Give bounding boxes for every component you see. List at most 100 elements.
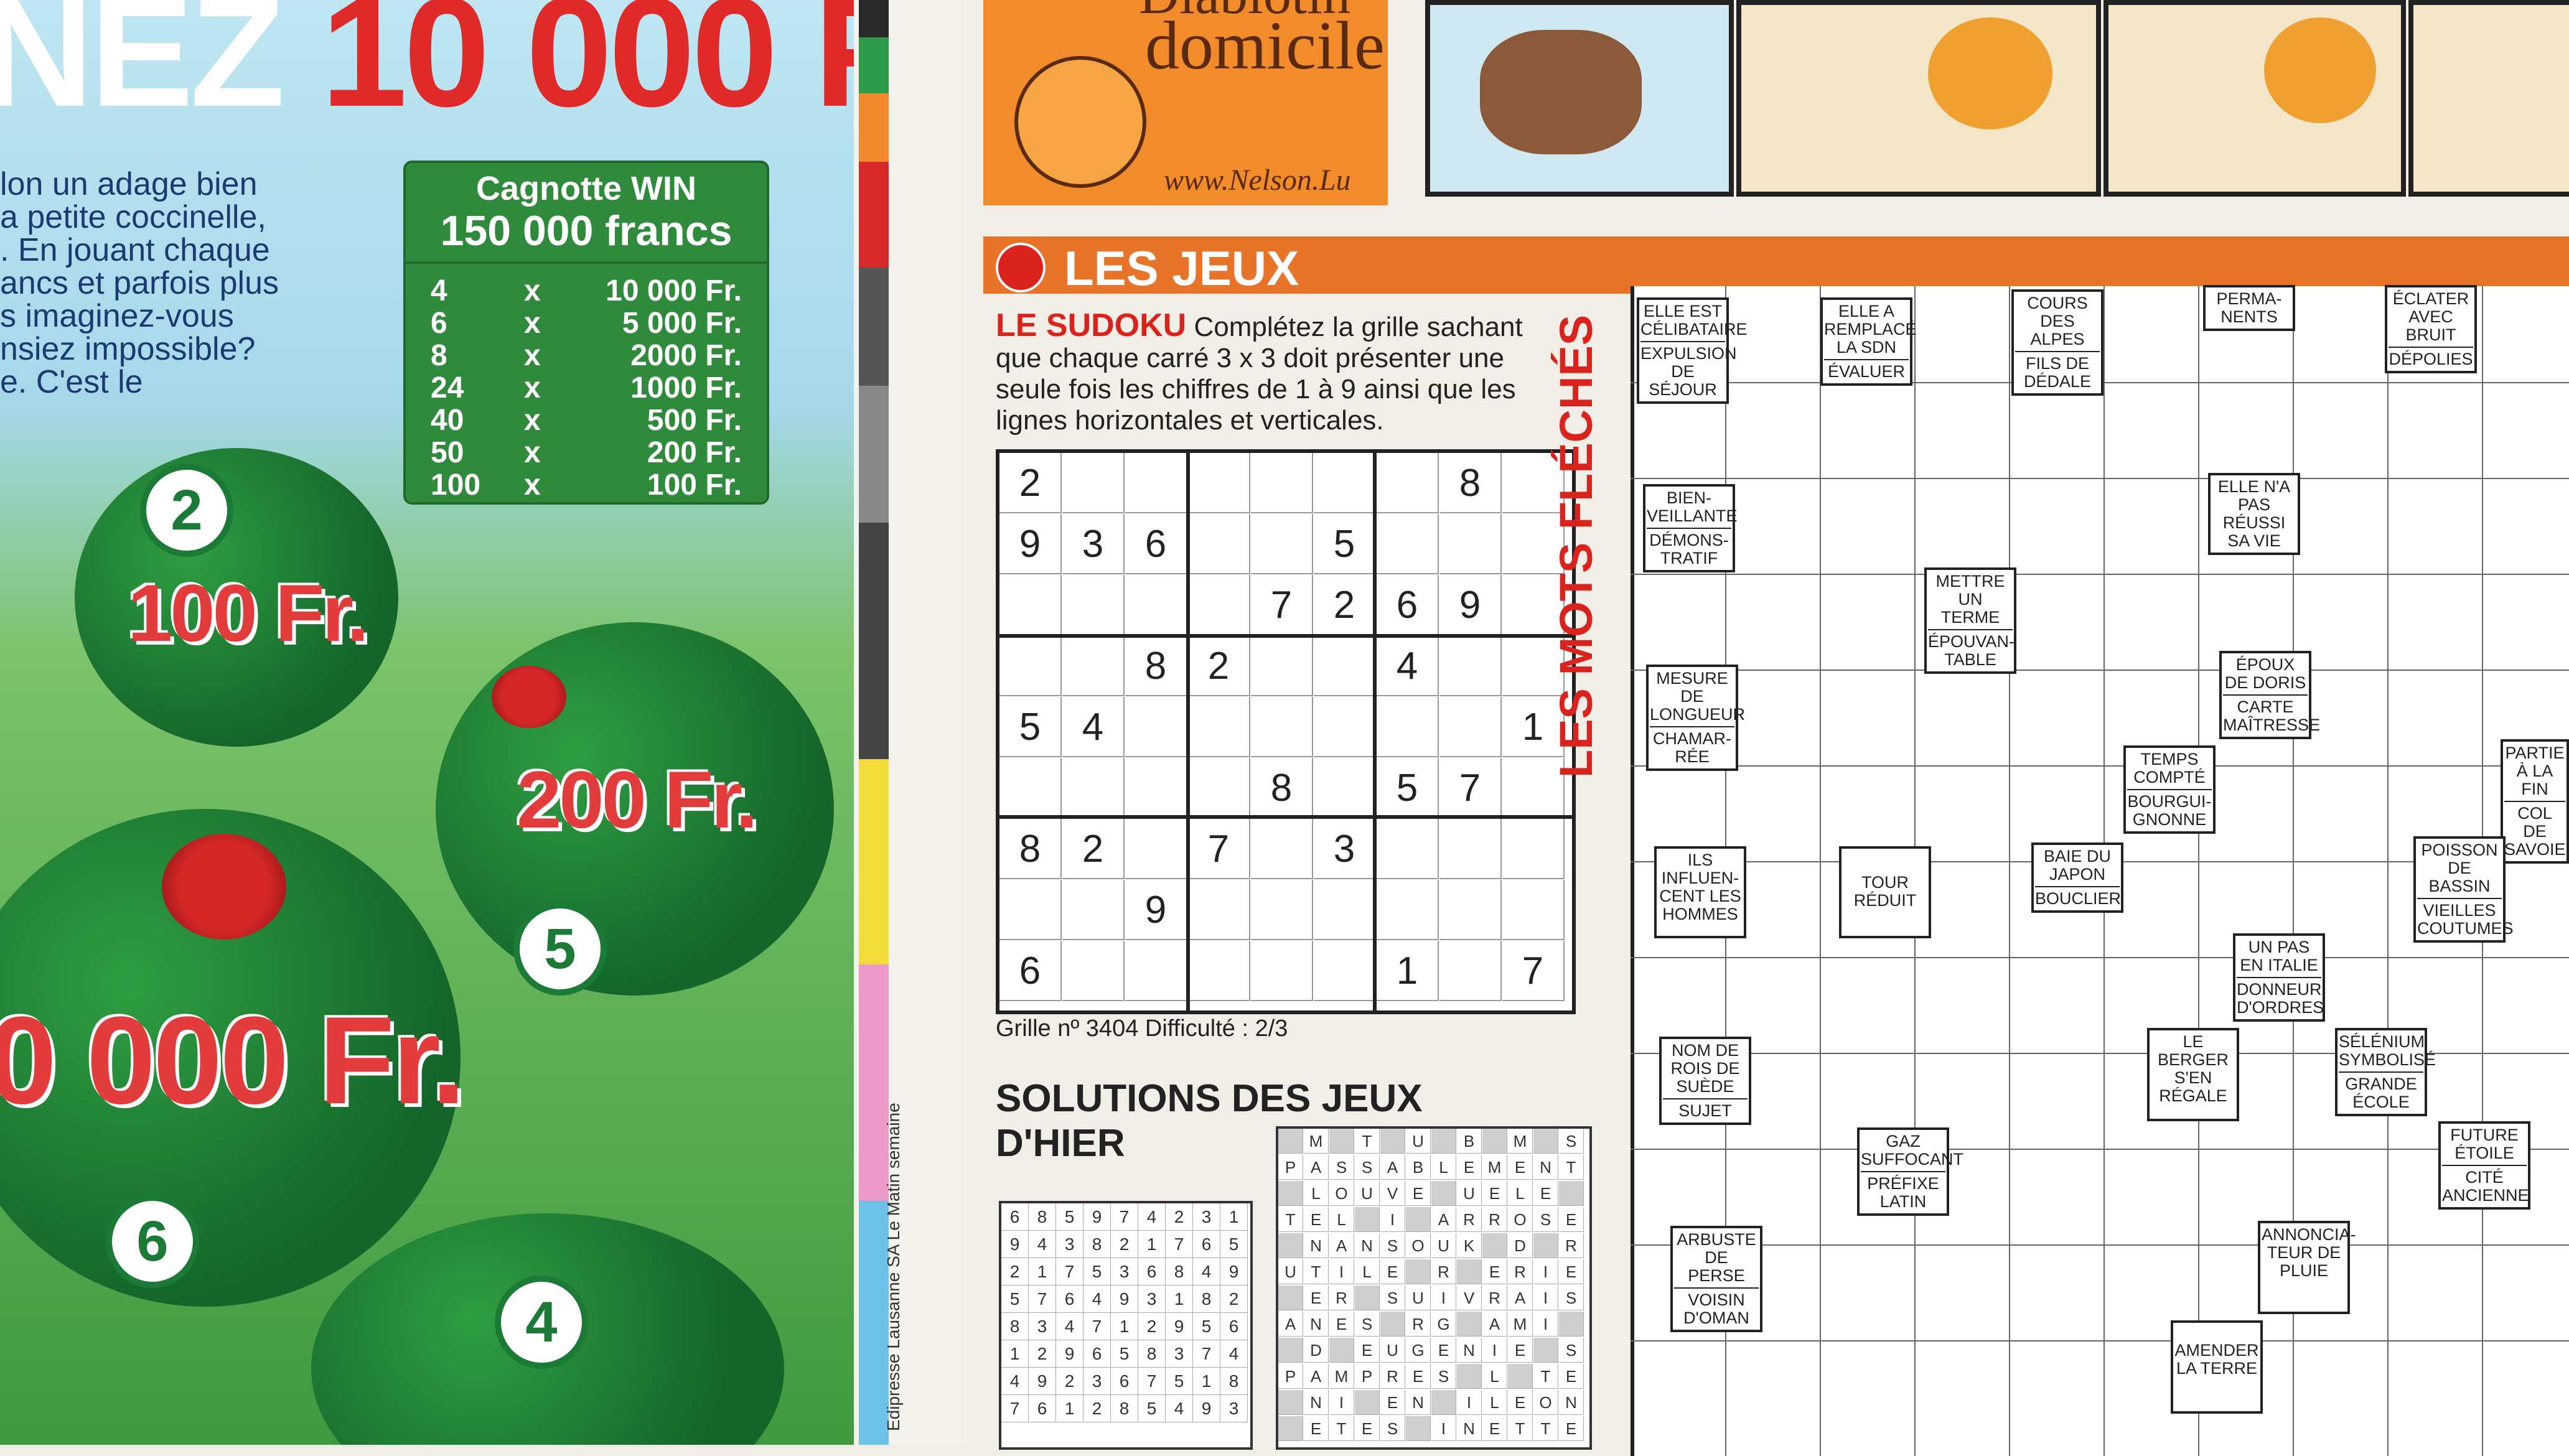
solution-letter — [1457, 1364, 1482, 1389]
clue-box: ARBUSTE DE PERSE VOISIN D'OMAN — [1670, 1226, 1762, 1332]
solution-letter — [1380, 1129, 1405, 1154]
grid-line — [1820, 286, 1821, 1456]
sudoku-grid: 289365726982454185782739617 — [996, 449, 1576, 1014]
sudoku-cell: 5 — [1314, 514, 1376, 574]
sudoku-cell — [1125, 758, 1187, 818]
solution-letter — [1406, 1207, 1431, 1232]
color-swatch — [859, 93, 889, 162]
jackpot-title: Cagnotte WIN — [476, 170, 696, 207]
clue-box: BIEN-VEILLANTE DÉMONS-TRATIF — [1643, 484, 1738, 572]
grid-line — [1631, 1340, 2569, 1342]
solution-letter: E — [1482, 1416, 1507, 1441]
prize-amount: 500 Fr. — [647, 404, 742, 437]
solution-letter: A — [1380, 1155, 1405, 1180]
sudoku-caption: Grille nº 3404 Difficulté : 2/3 — [996, 1015, 1288, 1042]
sudoku-cell — [999, 575, 1062, 635]
solution-cell: 8 — [1166, 1258, 1193, 1286]
clue-text: DONNEUR D'ORDRES — [2237, 980, 2324, 1017]
solution-letter: G — [1431, 1312, 1456, 1337]
clue-text: ELLE N'A PAS RÉUSSI SA VIE — [2217, 477, 2291, 550]
sudoku-cell — [1439, 880, 1502, 940]
sudoku-cell: 4 — [1062, 697, 1125, 757]
solution-letter: P — [1355, 1364, 1380, 1389]
sudoku-cell — [1251, 880, 1313, 940]
clue-box: POISSON DE BASSIN VIEILLES COUTUMES — [2413, 836, 2514, 943]
sudoku-box-line — [996, 815, 1572, 819]
comic-panel — [1736, 0, 2101, 197]
jackpot-amount: 150 000 francs — [406, 207, 767, 264]
solution-letter: I — [1380, 1207, 1405, 1232]
solution-cell: 5 — [1220, 1231, 1248, 1258]
grid-line — [2198, 286, 2199, 1456]
lottery-body-text: lon un adage bien a petite coccinelle, .… — [0, 168, 386, 399]
sudoku-cell: 6 — [1125, 514, 1187, 574]
solution-letter — [1508, 1364, 1533, 1389]
solution-letter: M — [1508, 1312, 1533, 1337]
solution-letter: I — [1533, 1286, 1558, 1310]
clue-box: PARTIE À LA FIN COL DE SAVOIE — [2501, 739, 2569, 864]
solution-letter: S — [1559, 1338, 1584, 1363]
prize-row: 4 x 10 000 Fr. — [431, 274, 754, 307]
solution-letter: A — [1329, 1233, 1354, 1258]
clue-text: METTRE UN TERME — [1935, 572, 2005, 627]
solution-letter: M — [1482, 1155, 1507, 1180]
sudoku-cell — [1439, 514, 1502, 574]
dog-icon — [1480, 30, 1642, 154]
prize-label: 0 000 Fr. — [0, 991, 466, 1130]
solution-cell: 2 — [1220, 1286, 1248, 1313]
solutions-title-line: SOLUTIONS DES JEUX — [996, 1077, 1423, 1120]
sudoku-cell — [1314, 941, 1376, 1001]
solution-cell: 9 — [1166, 1313, 1193, 1340]
solution-letter — [1533, 1129, 1558, 1154]
clue-text: POISSON DE BASSIN — [2421, 841, 2498, 895]
solution-cell: 9 — [1056, 1340, 1083, 1368]
clue-box: AMENDER LA TERRE — [2171, 1320, 2263, 1414]
solution-letter: O — [1533, 1390, 1558, 1415]
sudoku-cell: 7 — [1251, 575, 1313, 635]
sudoku-cell — [1125, 575, 1187, 635]
clue-text: UN PAS EN ITALIE — [2240, 938, 2318, 974]
solution-cell: 9 — [1220, 1258, 1248, 1286]
solution-letter — [1278, 1233, 1303, 1258]
color-swatch — [859, 37, 889, 93]
clue-box: TOUR RÉDUIT — [1839, 846, 1931, 938]
solution-letter: T — [1329, 1416, 1354, 1441]
clue-text: DÉPOLIES — [2389, 350, 2473, 368]
solution-cell: 1 — [1138, 1231, 1166, 1258]
sudoku-cell — [1377, 880, 1439, 940]
clue-text: VIEILLES COUTUMES — [2417, 901, 2514, 938]
solution-letter: E — [1406, 1364, 1431, 1389]
solution-letter — [1278, 1338, 1303, 1363]
solution-cell: 7 — [1138, 1368, 1166, 1395]
solution-letter: E — [1329, 1312, 1354, 1337]
sudoku-cell: 7 — [1439, 758, 1502, 818]
solution-cell: 7 — [1001, 1395, 1029, 1422]
solution-cell: 3 — [1166, 1340, 1193, 1368]
clue-text: COURS DES ALPES — [2027, 294, 2088, 348]
number-ball: 5 — [513, 902, 607, 996]
solution-cell: 6 — [1193, 1231, 1220, 1258]
cat-icon — [1928, 17, 2052, 129]
solution-letter: E — [1406, 1181, 1431, 1206]
prize-amount: 100 Fr. — [647, 469, 742, 502]
clue-text: BIEN-VEILLANTE — [1647, 488, 1738, 525]
sudoku-cell — [1125, 941, 1187, 1001]
prize-times: x — [524, 404, 541, 437]
solution-letter: D — [1508, 1233, 1533, 1258]
solution-letter: S — [1533, 1207, 1558, 1232]
solution-letter — [1278, 1286, 1303, 1310]
sudoku-box-line — [996, 634, 1572, 638]
solution-cell: 6 — [1083, 1340, 1111, 1368]
prize-amount: 1000 Fr. — [630, 371, 742, 404]
solution-letter — [1559, 1181, 1584, 1206]
solution-letter: L — [1508, 1181, 1533, 1206]
body-line: ancs et parfois plus — [0, 265, 279, 301]
solution-cell: 8 — [1220, 1368, 1248, 1395]
solution-letter: N — [1304, 1233, 1329, 1258]
sudoku-cell — [1188, 880, 1250, 940]
solution-letter: R — [1380, 1364, 1405, 1389]
solution-cell: 7 — [1193, 1340, 1220, 1368]
clue-text: PRÉFIXE LATIN — [1867, 1174, 1939, 1211]
clue-text: GAZ SUFFOCANT — [1861, 1132, 1963, 1169]
sudoku-cell: 8 — [1251, 758, 1313, 818]
